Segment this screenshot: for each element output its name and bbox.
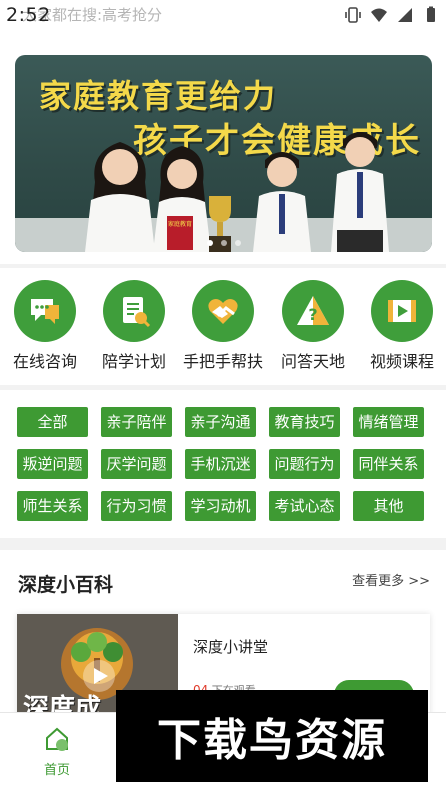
plan-document-icon: [103, 280, 165, 342]
menu-item-video-course[interactable]: 视频课程: [357, 280, 446, 372]
tab-home-label: 首页: [43, 763, 70, 778]
handshake-heart-icon: [192, 280, 254, 342]
tag-button[interactable]: 考试心态: [269, 491, 340, 521]
banner-headline-1: 家庭教育更给力: [39, 77, 278, 115]
tag-button[interactable]: 亲子沟通: [185, 407, 256, 437]
carousel-dot[interactable]: [206, 240, 213, 246]
menu-label: 手把手帮扶: [182, 352, 263, 371]
tab-home[interactable]: 首页: [22, 725, 92, 778]
tag-button[interactable]: 手机沉迷: [185, 449, 256, 479]
home-icon: [46, 727, 68, 751]
tag-button[interactable]: 教育技巧: [269, 407, 340, 437]
carousel-dot[interactable]: [220, 240, 227, 246]
tag-button[interactable]: 同伴关系: [353, 449, 424, 479]
banner-area: 家庭教育更给力 孩子才会健康成长 家庭教育: [0, 32, 446, 264]
watermark-text: 下载鸟资源: [157, 715, 387, 766]
tag-button[interactable]: 其他: [353, 491, 424, 521]
carousel-dot[interactable]: [234, 240, 241, 246]
menu-label: 视频课程: [369, 352, 434, 371]
category-tags: 全部 亲子陪伴 亲子沟通 教育技巧 情绪管理 叛逆问题 厌学问题 手机沉迷 问题…: [0, 390, 446, 538]
menu-item-study-plan[interactable]: 陪学计划: [89, 280, 179, 372]
banner-carousel[interactable]: 家庭教育更给力 孩子才会健康成长 家庭教育: [15, 55, 432, 252]
svg-text:?: ?: [308, 305, 317, 324]
menu-label: 陪学计划: [101, 352, 166, 371]
tag-button[interactable]: 厌学问题: [101, 449, 172, 479]
menu-item-online-consult[interactable]: 在线咨询: [0, 280, 90, 372]
tag-button[interactable]: 亲子陪伴: [101, 407, 172, 437]
tag-button[interactable]: 师生关系: [17, 491, 88, 521]
menu-item-qa[interactable]: ? 问答天地: [268, 280, 358, 372]
status-time: 2:52: [6, 4, 51, 26]
watermark-overlay: 下载鸟资源: [116, 690, 428, 782]
card-title: 深度小讲堂: [193, 638, 269, 656]
menu-item-hand-help[interactable]: 手把手帮扶: [178, 280, 268, 372]
carousel-dots: [15, 240, 432, 246]
vibrate-icon: [345, 7, 361, 23]
wifi-icon: [371, 8, 387, 22]
boy-figure-2: [331, 132, 389, 252]
question-triangle-icon: ?: [282, 280, 344, 342]
video-film-icon: [371, 280, 433, 342]
battery-icon: [427, 6, 435, 22]
tag-button[interactable]: 行为习惯: [101, 491, 172, 521]
boy-figure-1: [253, 152, 311, 252]
tag-button[interactable]: 情绪管理: [353, 407, 424, 437]
quick-menu: 在线咨询 陪学计划 手把手帮扶 ? 问答天地 视频课程: [0, 268, 446, 385]
menu-label: 问答天地: [280, 352, 345, 371]
tag-button[interactable]: 全部: [17, 407, 88, 437]
tag-button[interactable]: 叛逆问题: [17, 449, 88, 479]
menu-label: 在线咨询: [12, 352, 77, 371]
tag-button[interactable]: 问题行为: [269, 449, 340, 479]
status-icons: [344, 6, 440, 24]
section-title: 深度小百科: [18, 574, 114, 596]
book-text: 家庭教育: [168, 220, 192, 228]
chat-bubbles-icon: [14, 280, 76, 342]
status-bar: 大家都在搜:高考抢分 2:52: [0, 0, 446, 32]
see-more-link[interactable]: 查看更多 >>: [352, 570, 430, 589]
signal-icon: [398, 8, 412, 22]
tag-button[interactable]: 学习动机: [185, 491, 256, 521]
